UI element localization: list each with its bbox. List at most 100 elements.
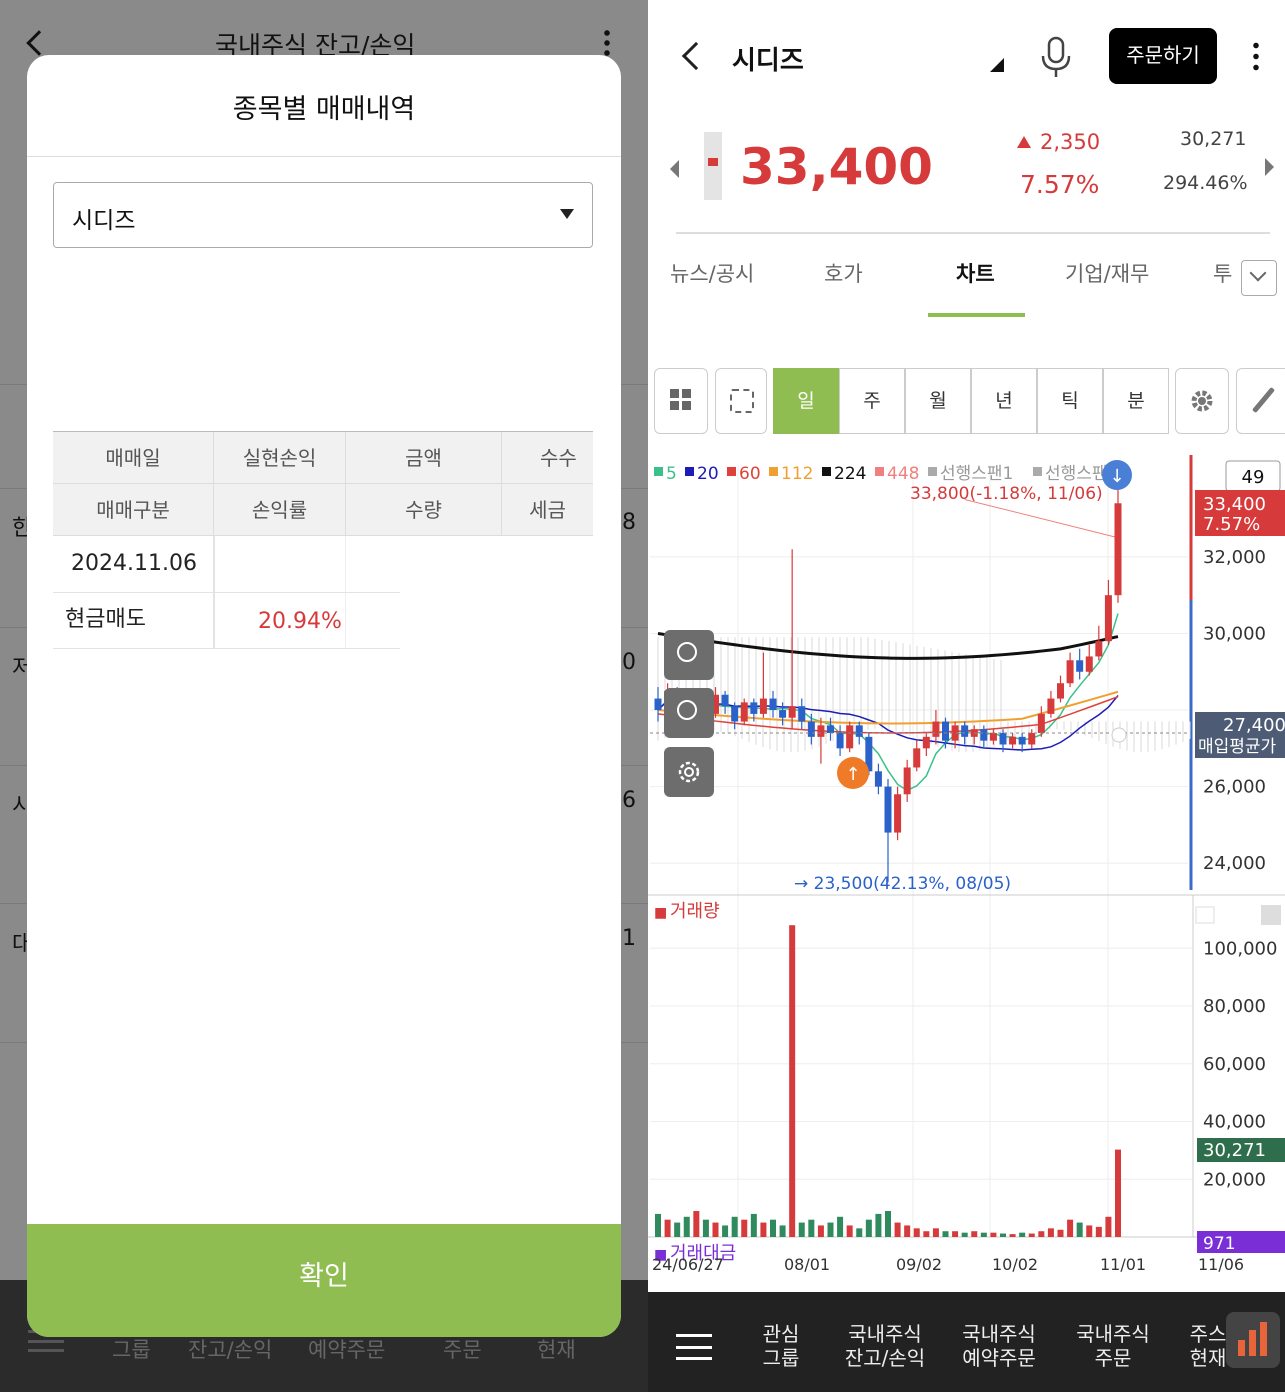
- menu-dots-icon[interactable]: [604, 28, 610, 58]
- candle-body: [654, 698, 662, 711]
- prev-stock-icon[interactable]: [670, 160, 679, 178]
- nav-order[interactable]: 국내주식 주문: [1058, 1322, 1168, 1370]
- stock-name[interactable]: 시디즈: [732, 40, 804, 77]
- tab-company[interactable]: 기업/재무: [1065, 258, 1149, 288]
- tab-news[interactable]: 뉴스/공시: [670, 258, 754, 288]
- stock-dropdown-icon[interactable]: [990, 58, 1004, 72]
- candle-count-label: 49: [1242, 467, 1265, 488]
- price-change: 2,350: [1040, 130, 1101, 154]
- tab-hoga[interactable]: 호가: [824, 258, 863, 288]
- legend-swatch: [727, 467, 736, 476]
- volume-bar: [923, 1231, 930, 1237]
- volume-bar: [1086, 1225, 1093, 1237]
- volume-bar: [990, 1232, 997, 1237]
- tab-expand-button[interactable]: [1241, 260, 1277, 296]
- up-arrow-icon: [1017, 136, 1031, 148]
- x-tick-label: 10/02: [992, 1255, 1038, 1274]
- trade-type: 현금매도: [65, 607, 146, 632]
- legend-label: 20: [697, 464, 719, 484]
- capture-button[interactable]: [715, 368, 767, 434]
- background-row-value: 0: [622, 650, 636, 675]
- candle-body: [721, 694, 729, 707]
- timeframe-minute[interactable]: 분: [1103, 368, 1169, 434]
- confirm-button[interactable]: 확인: [27, 1224, 621, 1337]
- y-tick-label: 24,000: [1203, 853, 1266, 874]
- nav-reserved-order[interactable]: 국내주식 예약주문: [943, 1322, 1055, 1370]
- y-tick-label: 26,000: [1203, 777, 1266, 798]
- tab-chart[interactable]: 차트: [956, 258, 995, 288]
- menu-dots-icon[interactable]: [1253, 40, 1259, 72]
- timeframe-tick[interactable]: 틱: [1037, 368, 1103, 434]
- volume-bar: [808, 1219, 815, 1237]
- zoom-in-button[interactable]: [664, 630, 714, 680]
- left-screen: 국내주식 잔고/손익 한 8 저 0 시 6 대 1 그룹 잔고/손익 예약주문…: [0, 0, 648, 1392]
- modal-title: 종목별 매매내역: [232, 94, 416, 125]
- candle-body: [788, 706, 796, 718]
- gear-icon: [678, 761, 700, 783]
- chart-settings-button[interactable]: [1175, 368, 1229, 434]
- volume-bar: [674, 1222, 681, 1237]
- timeframe-week[interactable]: 주: [839, 368, 905, 434]
- y-tick-label: 32,000: [1203, 547, 1266, 568]
- chart-tools-button[interactable]: [1236, 368, 1285, 434]
- volume-bar: [1009, 1234, 1016, 1237]
- volume-y-tick-label: 100,000: [1203, 938, 1277, 959]
- x-tick-label: 08/01: [784, 1255, 830, 1274]
- volume-bar: [1067, 1219, 1074, 1237]
- back-icon[interactable]: [26, 30, 52, 56]
- legend-label: 112: [781, 464, 813, 484]
- stock-chart[interactable]: 5 20 60 112 224 448 선행스팬1 선행스팬233,800(-1.18%, 1…: [648, 455, 1285, 1285]
- candle-body: [769, 698, 777, 711]
- wrench-icon: [1251, 386, 1276, 414]
- candle-body: [817, 725, 825, 737]
- volume-bar: [1028, 1233, 1035, 1237]
- down-arrow-icon: ↓: [1109, 466, 1124, 487]
- volume-bar: [971, 1231, 978, 1237]
- stock-select[interactable]: 시디즈: [53, 182, 593, 248]
- timeframe-month[interactable]: 월: [905, 368, 971, 434]
- background-footer-item: 그룹: [112, 1338, 151, 1362]
- layout-grid-button[interactable]: [654, 368, 708, 434]
- volume-title: 거래량: [670, 901, 720, 922]
- candle-body: [1114, 503, 1122, 596]
- price-change-rate: 7.57%: [1020, 170, 1100, 199]
- order-button[interactable]: 주문하기: [1109, 28, 1217, 84]
- nav-watchlist-group[interactable]: 관심 그룹: [746, 1322, 816, 1370]
- chart-options-button[interactable]: [664, 747, 714, 797]
- candle-body: [932, 721, 940, 737]
- nav-balance-pl[interactable]: 국내주식 잔고/손익: [830, 1322, 940, 1370]
- volume-bar: [760, 1222, 767, 1237]
- candle-body: [807, 721, 815, 737]
- background-row-value: 8: [622, 510, 636, 535]
- trade-date: 2024.11.06: [71, 551, 197, 576]
- back-icon[interactable]: [681, 41, 711, 71]
- timeframe-day[interactable]: 일: [773, 368, 839, 434]
- tab-invest[interactable]: 투: [1213, 258, 1232, 288]
- volume-y-tick-label: 80,000: [1203, 996, 1266, 1017]
- candle-body: [836, 733, 844, 749]
- zoom-out-icon: [677, 700, 697, 720]
- legend-swatch: [822, 467, 831, 476]
- candle-body: [827, 725, 834, 734]
- chart-bars-icon[interactable]: [1226, 1312, 1280, 1368]
- hamburger-icon[interactable]: [676, 1334, 712, 1360]
- mic-icon[interactable]: [1040, 36, 1072, 78]
- volume-bar: [837, 1216, 844, 1237]
- volume-legend-swatch: ■: [654, 905, 667, 921]
- candle-body: [1066, 660, 1074, 684]
- dropdown-arrow-icon: [560, 209, 574, 219]
- y-tick-label: 30,000: [1203, 623, 1266, 644]
- low-annotation: → 23,500(42.13%, 08/05): [794, 874, 1011, 894]
- mini-candle-icon: [704, 132, 722, 200]
- current-price-tag-rate: 7.57%: [1203, 514, 1260, 535]
- timeframe-year[interactable]: 년: [971, 368, 1037, 434]
- candle-body: [1076, 660, 1084, 672]
- candle-body: [1057, 683, 1064, 699]
- volume-bar: [722, 1225, 729, 1237]
- gear-icon: [1191, 390, 1213, 412]
- zoom-out-button[interactable]: [664, 688, 714, 738]
- table-header: 실현손익: [214, 432, 346, 484]
- trade-marker: [1111, 727, 1127, 743]
- next-stock-icon[interactable]: [1265, 158, 1274, 176]
- legend-swatch: [875, 467, 884, 476]
